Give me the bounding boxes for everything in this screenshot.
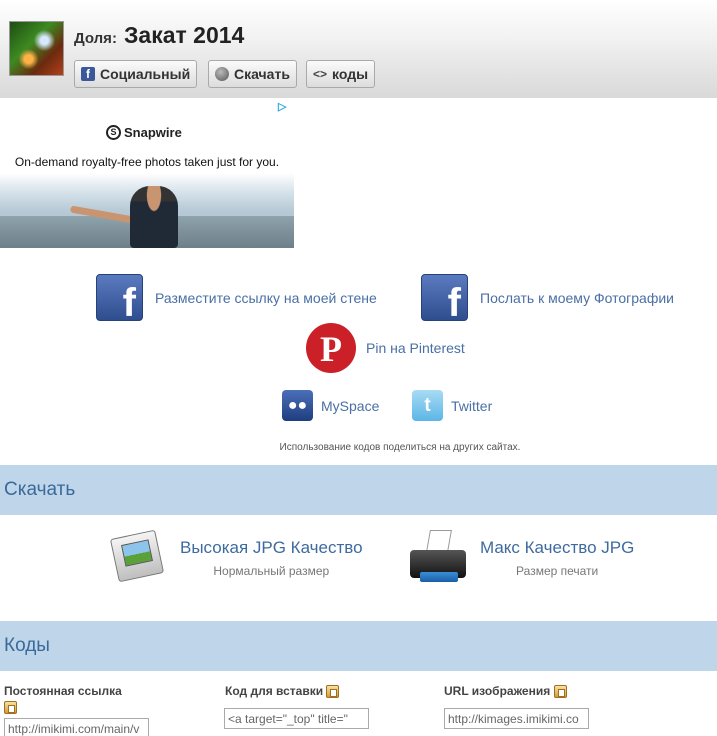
- header: Доля: Закат 2014 f Социальный Скачать <>…: [0, 0, 717, 98]
- ad-person: [130, 186, 178, 248]
- copy-icon[interactable]: [326, 685, 340, 699]
- download-max-subtitle: Размер печати: [516, 564, 599, 578]
- image-url-field[interactable]: [444, 708, 589, 729]
- download-button-label: Скачать: [234, 66, 290, 82]
- facebook-wall-link[interactable]: f Разместите ссылку на моей стене: [96, 274, 377, 321]
- facebook-icon: f: [421, 274, 468, 321]
- myspace-link[interactable]: ●● MySpace: [282, 390, 379, 421]
- download-high-title: Высокая JPG Качество: [180, 538, 363, 557]
- permalink-field[interactable]: [4, 718, 149, 736]
- embed-label-group: Код для вставки: [225, 684, 340, 699]
- twitter-label: Twitter: [451, 397, 493, 414]
- share-note: Использование кодов поделиться на других…: [279, 442, 521, 453]
- permalink-label-group: Постоянная ссылка: [4, 684, 122, 714]
- ad-logo: S Snapwire: [106, 125, 182, 140]
- social-button[interactable]: f Социальный: [74, 60, 198, 88]
- download-high-subtitle: Нормальный размер: [213, 564, 330, 578]
- twitter-link[interactable]: t Twitter: [412, 390, 492, 421]
- myspace-icon: ●●: [282, 390, 313, 421]
- download-high-quality[interactable]: Высокая JPG Качество Нормальный размер: [108, 528, 363, 588]
- pinterest-link[interactable]: P Pin на Pinterest: [306, 323, 465, 373]
- image-url-label-group: URL изображения: [444, 684, 567, 699]
- social-button-label: Социальный: [100, 66, 191, 82]
- codes-button[interactable]: <> коды: [306, 60, 376, 88]
- facebook-photos-label: Послать к моему Фотографии: [480, 289, 674, 306]
- thumbnail-image[interactable]: [9, 21, 64, 76]
- pinterest-label: Pin на Pinterest: [366, 340, 465, 356]
- codes-section-heading: Коды: [0, 621, 717, 671]
- download-section-heading: Скачать: [0, 465, 717, 515]
- embed-label: Код для вставки: [225, 684, 324, 698]
- download-button[interactable]: Скачать: [208, 60, 297, 88]
- facebook-icon: f: [96, 274, 143, 321]
- download-max-quality[interactable]: Макс Качество JPG Размер печати: [408, 528, 634, 588]
- copy-icon[interactable]: [553, 685, 567, 699]
- adchoices-icon[interactable]: ▷: [278, 100, 291, 113]
- embed-code-field[interactable]: [224, 708, 369, 729]
- download-icon: [215, 67, 229, 81]
- download-max-title: Макс Качество JPG: [480, 538, 635, 557]
- permalink-label: Постоянная ссылка: [4, 684, 122, 698]
- snapwire-logo-icon: S: [106, 125, 121, 140]
- image-icon: [108, 528, 168, 588]
- page-title: Закат 2014: [124, 22, 245, 48]
- codes-button-label: коды: [332, 66, 369, 82]
- ad-banner[interactable]: ▷ S Snapwire On-demand royalty-free phot…: [0, 98, 294, 248]
- facebook-icon: f: [81, 67, 95, 81]
- ad-tagline: On-demand royalty-free photos taken just…: [14, 155, 280, 169]
- pinterest-icon: P: [306, 323, 356, 373]
- facebook-photos-link[interactable]: f Послать к моему Фотографии: [421, 274, 674, 321]
- ad-brand: Snapwire: [124, 125, 182, 140]
- copy-icon[interactable]: [4, 701, 17, 714]
- share-label: Доля:: [74, 30, 117, 47]
- printer-icon: [408, 528, 468, 588]
- myspace-label: MySpace: [321, 397, 380, 414]
- twitter-icon: t: [412, 390, 443, 421]
- code-icon: <>: [313, 67, 328, 81]
- image-url-label: URL изображения: [444, 684, 551, 698]
- facebook-wall-label: Разместите ссылку на моей стене: [155, 289, 377, 306]
